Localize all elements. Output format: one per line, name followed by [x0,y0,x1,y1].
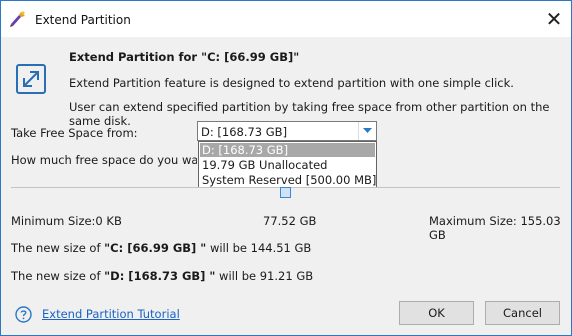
window-title: Extend Partition [35,13,131,27]
dropdown-option-system-reserved[interactable]: System Reserved [500.00 MB] [200,173,376,187]
size-slider-thumb[interactable] [280,187,291,198]
partition-wizard-icon [9,10,27,28]
new-size-c-partition: "C: [66.99 GB] " [104,241,207,255]
ok-button[interactable]: OK [399,301,474,325]
current-size-label: 77.52 GB [263,214,317,228]
title-bar: Extend Partition ✕ [1,1,571,37]
dialog-heading: Extend Partition for "C: [66.99 GB]" [69,50,300,64]
take-from-dropdown-list: D: [168.73 GB] 19.79 GB Unallocated Syst… [198,141,377,188]
cancel-button[interactable]: Cancel [485,301,560,325]
extend-partition-tutorial-link[interactable]: Extend Partition Tutorial [42,307,180,321]
maximum-size-label: Maximum Size: 155.03 GB [429,214,561,242]
help-icon[interactable] [15,306,32,323]
take-from-select[interactable]: D: [168.73 GB] [197,121,377,141]
take-from-label: Take Free Space from: [11,126,138,140]
new-size-d-prefix: The new size of [11,269,105,283]
new-size-c-prefix: The new size of [11,241,105,255]
extend-partition-dialog: Extend Partition ✕ Extend Partition for … [0,0,572,336]
new-size-d-partition: "D: [168.73 GB] " [104,269,216,283]
description-line-1: Extend Partition feature is designed to … [69,76,514,90]
extend-arrows-icon [13,61,49,97]
new-size-c-text: The new size of "C: [66.99 GB] " will be… [11,241,311,255]
close-icon[interactable]: ✕ [537,1,571,37]
new-size-c-suffix: will be 144.51 GB [206,241,312,255]
dialog-body: Extend Partition for "C: [66.99 GB]" Ext… [1,37,571,335]
how-much-label: How much free space do you want to take? [11,153,197,167]
take-from-selected-value: D: [168.73 GB] [201,125,288,139]
dropdown-option-unallocated[interactable]: 19.79 GB Unallocated [200,158,375,172]
minimum-size-label: Minimum Size:0 KB [11,214,122,228]
chevron-down-icon[interactable] [358,122,376,140]
dropdown-option-d[interactable]: D: [168.73 GB] [200,143,375,157]
new-size-d-text: The new size of "D: [168.73 GB] " will b… [11,269,313,283]
new-size-d-suffix: will be 91.21 GB [215,269,314,283]
